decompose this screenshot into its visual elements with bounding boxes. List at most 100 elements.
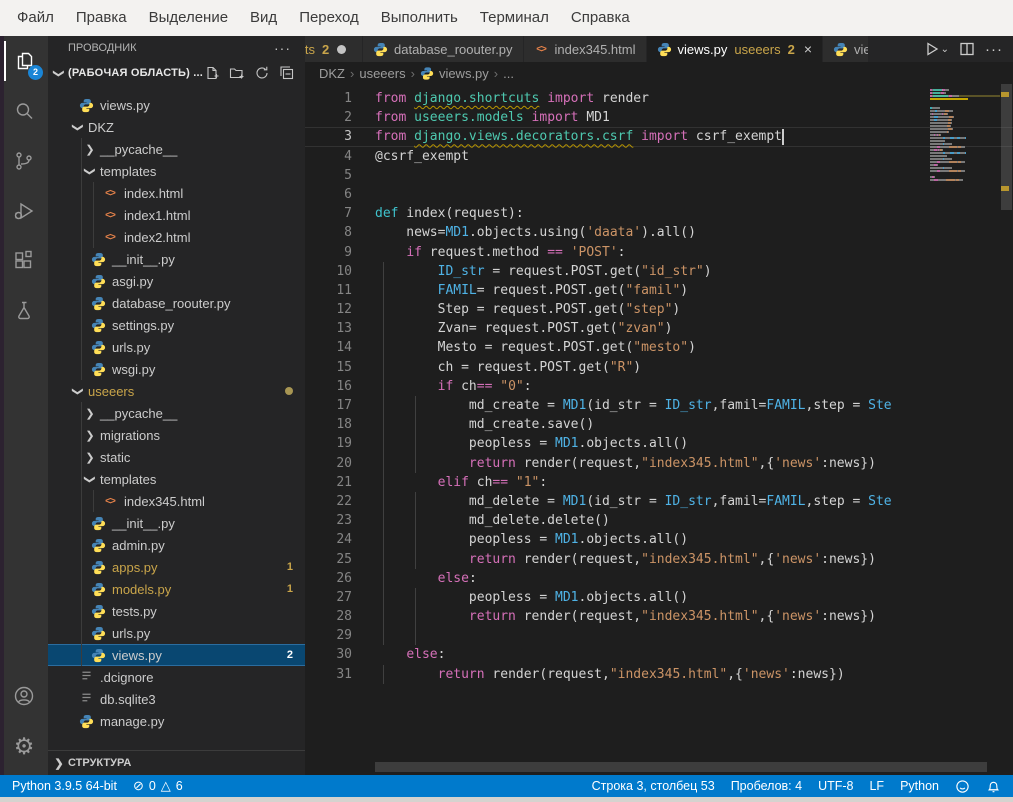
menu-item-Правка[interactable]: Правка: [65, 0, 138, 36]
code-line-27[interactable]: 27 peopless = MD1.objects.all(): [305, 588, 1013, 607]
code-line-15[interactable]: 15 ch = request.POST.get("R"): [305, 358, 1013, 377]
code-line-23[interactable]: 23 md_delete.delete(): [305, 511, 1013, 530]
activity-run-debug[interactable]: [0, 186, 48, 236]
language-mode-status[interactable]: Python: [900, 779, 939, 793]
vertical-scrollbar-thumb[interactable]: [1001, 84, 1012, 210]
tree-file-admin.py[interactable]: admin.py: [48, 534, 305, 556]
breadcrumb-item[interactable]: views.py: [439, 66, 489, 81]
workspace-section-header[interactable]: ❯ (РАБОЧАЯ ОБЛАСТЬ) ...: [48, 60, 305, 86]
tree-folder-templates[interactable]: ❯templates: [48, 160, 305, 182]
tree-folder-migrations[interactable]: ❯migrations: [48, 424, 305, 446]
tab-views.py[interactable]: views.pyuseeers2×: [647, 36, 824, 62]
breadcrumb-item[interactable]: DKZ: [319, 66, 345, 81]
split-editor-icon[interactable]: [959, 41, 975, 57]
tree-file-index.html[interactable]: <>index.html: [48, 182, 305, 204]
run-python-file-button[interactable]: ⌄: [924, 41, 949, 57]
activity-settings[interactable]: ⚙: [0, 721, 48, 771]
new-folder-icon[interactable]: [229, 65, 245, 81]
tab-diiits[interactable]: diiits2: [305, 36, 363, 62]
minimap[interactable]: [930, 84, 1000, 775]
code-line-30[interactable]: 30 else:: [305, 645, 1013, 664]
tree-folder-DKZ[interactable]: ❯DKZ: [48, 116, 305, 138]
notifications-bell-icon[interactable]: [986, 779, 1001, 794]
tree-file-models.py[interactable]: models.py1: [48, 578, 305, 600]
code-editor[interactable]: 1from django.shortcuts import render2fro…: [305, 84, 1013, 775]
activity-testing[interactable]: [0, 286, 48, 336]
outline-section-header[interactable]: ❯ СТРУКТУРА: [48, 750, 305, 775]
menu-item-Выделение[interactable]: Выделение: [138, 0, 239, 36]
activity-source-control[interactable]: [0, 136, 48, 186]
code-line-8[interactable]: 8 news=MD1.objects.using('daata').all(): [305, 223, 1013, 242]
tree-file-__init__.py[interactable]: __init__.py: [48, 248, 305, 270]
activity-search[interactable]: [0, 86, 48, 136]
code-line-20[interactable]: 20 return render(request,"index345.html"…: [305, 454, 1013, 473]
code-line-31[interactable]: 31 return render(request,"index345.html"…: [305, 665, 1013, 684]
code-line-11[interactable]: 11 FAMIL= request.POST.get("famil"): [305, 281, 1013, 300]
tree-file-asgi.py[interactable]: asgi.py: [48, 270, 305, 292]
code-line-1[interactable]: 1from django.shortcuts import render: [305, 89, 1013, 108]
code-line-2[interactable]: 2from useeers.models import MD1: [305, 108, 1013, 127]
code-line-3[interactable]: 3from django.views.decorators.csrf impor…: [305, 127, 1013, 146]
collapse-all-icon[interactable]: [279, 65, 295, 81]
menu-item-Выполнить[interactable]: Выполнить: [370, 0, 469, 36]
close-icon[interactable]: ×: [804, 41, 812, 57]
indentation-status[interactable]: Пробелов: 4: [731, 779, 802, 793]
code-line-16[interactable]: 16 if ch== "0":: [305, 377, 1013, 396]
code-line-7[interactable]: 7def index(request):: [305, 204, 1013, 223]
code-line-28[interactable]: 28 return render(request,"index345.html"…: [305, 607, 1013, 626]
refresh-icon[interactable]: [254, 65, 270, 81]
menu-item-Справка[interactable]: Справка: [560, 0, 641, 36]
tab-database_roouter.py[interactable]: database_roouter.py: [363, 36, 524, 62]
feedback-icon[interactable]: [955, 779, 970, 794]
tree-file-database_roouter.py[interactable]: database_roouter.py: [48, 292, 305, 314]
tree-file-index1.html[interactable]: <>index1.html: [48, 204, 305, 226]
tree-file-index345.html[interactable]: <>index345.html: [48, 490, 305, 512]
explorer-more-icon[interactable]: ···: [274, 36, 291, 60]
code-line-22[interactable]: 22 md_delete = MD1(id_str = ID_str,famil…: [305, 492, 1013, 511]
horizontal-scrollbar-thumb[interactable]: [375, 762, 987, 772]
code-line-6[interactable]: 6: [305, 185, 1013, 204]
tree-file-tests.py[interactable]: tests.py: [48, 600, 305, 622]
tree-folder-templates[interactable]: ❯templates: [48, 468, 305, 490]
vertical-scrollbar[interactable]: [1000, 84, 1013, 775]
more-actions-icon[interactable]: ···: [985, 41, 1003, 58]
code-line-25[interactable]: 25 return render(request,"index345.html"…: [305, 550, 1013, 569]
problems-status[interactable]: ⊘ 0 △ 6: [133, 778, 183, 794]
cursor-position-status[interactable]: Строка 3, столбец 53: [592, 779, 715, 793]
activity-explorer[interactable]: 2: [0, 36, 48, 86]
breadcrumb-item[interactable]: useeers: [359, 66, 405, 81]
tree-file-urls.py[interactable]: urls.py: [48, 336, 305, 358]
code-line-17[interactable]: 17 md_create = MD1(id_str = ID_str,famil…: [305, 396, 1013, 415]
code-line-21[interactable]: 21 elif ch== "1":: [305, 473, 1013, 492]
tree-folder-useeers[interactable]: ❯useeers: [48, 380, 305, 402]
code-line-13[interactable]: 13 Zvan= request.POST.get("zvan"): [305, 319, 1013, 338]
tree-folder-__pycache__[interactable]: ❯__pycache__: [48, 402, 305, 424]
tree-file-manage.py[interactable]: manage.py: [48, 710, 305, 732]
menu-item-Вид[interactable]: Вид: [239, 0, 288, 36]
code-line-10[interactable]: 10 ID_str = request.POST.get("id_str"): [305, 262, 1013, 281]
tree-folder-static[interactable]: ❯static: [48, 446, 305, 468]
code-line-18[interactable]: 18 md_create.save(): [305, 415, 1013, 434]
activity-extensions[interactable]: [0, 236, 48, 286]
new-file-icon[interactable]: [204, 65, 220, 81]
code-line-12[interactable]: 12 Step = request.POST.get("step"): [305, 300, 1013, 319]
code-line-9[interactable]: 9 if request.method == 'POST':: [305, 243, 1013, 262]
code-line-14[interactable]: 14 Mesto = request.POST.get("mesto"): [305, 338, 1013, 357]
encoding-status[interactable]: UTF-8: [818, 779, 853, 793]
tree-file-views.py[interactable]: views.py: [48, 94, 305, 116]
tree-file-__init__.py[interactable]: __init__.py: [48, 512, 305, 534]
code-line-4[interactable]: 4@csrf_exempt: [305, 147, 1013, 166]
activity-account[interactable]: [0, 671, 48, 721]
tree-file-views.py[interactable]: views.py2: [48, 644, 305, 666]
breadcrumb-item[interactable]: ...: [503, 66, 514, 81]
tree-file-index2.html[interactable]: <>index2.html: [48, 226, 305, 248]
code-line-19[interactable]: 19 peopless = MD1.objects.all(): [305, 434, 1013, 453]
code-line-5[interactable]: 5: [305, 166, 1013, 185]
menu-item-Переход[interactable]: Переход: [288, 0, 370, 36]
eol-status[interactable]: LF: [869, 779, 884, 793]
tree-folder-__pycache__[interactable]: ❯__pycache__: [48, 138, 305, 160]
tab-vie[interactable]: vie: [823, 36, 869, 62]
tree-file-apps.py[interactable]: apps.py1: [48, 556, 305, 578]
code-line-24[interactable]: 24 peopless = MD1.objects.all(): [305, 530, 1013, 549]
python-interpreter-status[interactable]: Python 3.9.5 64-bit: [12, 779, 117, 793]
